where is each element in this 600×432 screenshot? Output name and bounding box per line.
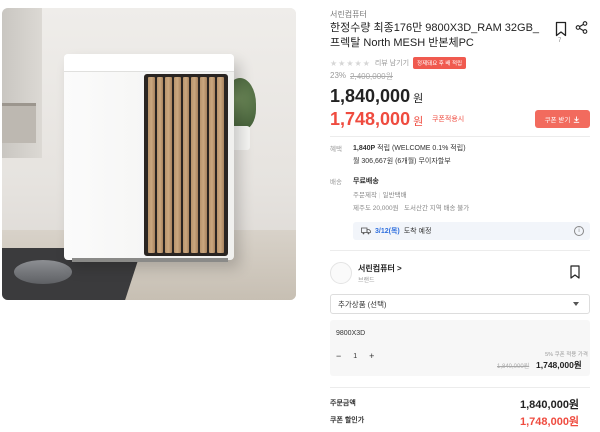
review-link[interactable]: 리뷰 남기기 (375, 58, 409, 68)
option-coupon-note: 5% 쿠폰 적용 가격 (545, 352, 588, 358)
share-icon[interactable] (575, 21, 588, 34)
installment-info: 월 306,667원 (6개월) 무이자할부 (353, 158, 451, 165)
plus-icon[interactable]: + (369, 351, 374, 361)
minus-icon[interactable]: − (336, 351, 341, 361)
truck-icon (361, 227, 371, 235)
pc-case-wood-front (144, 74, 228, 256)
star-icon: ★★★★★ (330, 58, 371, 68)
arrival-estimate[interactable]: 3/12(목) 도착 예정 i (353, 222, 590, 240)
sale-price: 1,840,000 원 (330, 86, 424, 106)
arrival-text: 도착 예정 (403, 228, 432, 235)
bookmark-count: 7 (558, 38, 562, 44)
store-card[interactable]: 서린컴퓨터 > 브랜드 (330, 258, 590, 288)
divider (330, 250, 590, 251)
seller-name[interactable]: 서린컴퓨터 (330, 9, 367, 20)
rating-row: ★★★★★ 리뷰 남기기 정제돼요 후 배 적립 (330, 57, 467, 69)
quantity-stepper[interactable]: − 1 + (336, 351, 374, 361)
review-badge: 정제돼요 후 배 적립 (413, 57, 467, 69)
discount-rate: 23% (330, 71, 347, 80)
pc-case-feet (72, 258, 228, 262)
free-shipping: 무료배송 (353, 178, 379, 185)
option-price: 1,748,000원 (536, 360, 582, 370)
pc-case-top (64, 54, 234, 72)
coupon-amount-value: 1,748,000원 (520, 416, 580, 428)
store-bookmark-icon[interactable] (570, 265, 580, 279)
photo-shelf (2, 103, 36, 143)
photo-mouse (14, 260, 72, 284)
product-image[interactable] (2, 8, 296, 300)
benefit-points: 1,840P 적립 (WELCOME 0.1% 적립) (353, 145, 466, 152)
original-price: 2,400,000원 (350, 72, 393, 81)
info-icon[interactable]: i (574, 226, 584, 236)
discount-row: 23% 2,400,000원 (330, 71, 393, 82)
shipping-label: 배송 (330, 179, 342, 186)
divider (330, 136, 590, 137)
coupon-download-button[interactable]: 쿠폰 받기 (535, 110, 590, 128)
addon-select[interactable]: 추가상품 (선택) (330, 294, 590, 314)
shipping-type: 주문제작 | 일반택배 (353, 192, 407, 199)
quantity-value: 1 (353, 352, 358, 360)
coupon-label: 쿠폰적용시 (432, 116, 465, 123)
store-name[interactable]: 서린컴퓨터 > (358, 263, 402, 274)
bookmark-icon[interactable] (555, 21, 567, 37)
chevron-down-icon (573, 302, 579, 306)
order-amount-label: 주문금액 (330, 400, 356, 407)
store-logo (330, 262, 352, 284)
product-title: 한정수량 최종176만 9800X3D_RAM 32GB_프렉탈 North M… (330, 22, 540, 49)
selected-option-name: 9800X3D (336, 330, 366, 337)
store-subtitle: 브랜드 (358, 278, 375, 284)
coupon-amount-label: 쿠폰 할인가 (330, 417, 365, 424)
option-old-price: 1,840,000원 (497, 364, 530, 370)
coupon-price: 1,748,000 원 (330, 109, 424, 129)
divider (330, 387, 590, 388)
arrival-date: 3/12(목) (375, 228, 400, 235)
shipping-regions: 제주도 20,000원 도서산간 지역 배송 불가 (353, 205, 470, 212)
download-icon (574, 116, 580, 123)
order-amount-value: 1,840,000원 (520, 399, 580, 411)
benefit-label: 혜택 (330, 146, 342, 153)
